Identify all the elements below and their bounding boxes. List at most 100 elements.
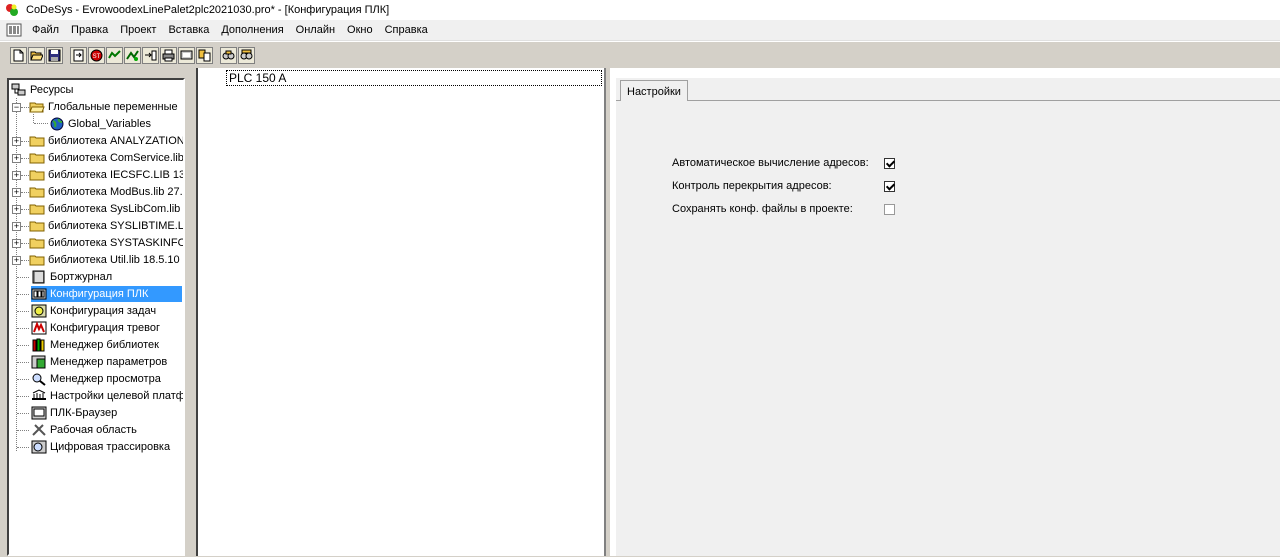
expander-lib-6[interactable]: + [12,239,21,248]
tree-item-library-manager[interactable]: Менеджер библиотек [31,337,159,353]
library-manager-icon [32,338,45,352]
library-label: библиотека ANALYZATION. [48,135,185,147]
expander-lib-4[interactable]: + [12,205,21,214]
menu-edit[interactable]: Правка [65,20,114,40]
find-icon[interactable] [220,47,237,64]
library-manager-label: Менеджер библиотек [50,339,159,351]
option-label: Автоматическое вычисление адресов: [672,157,869,169]
tree-item-global-variables[interactable]: Global_Variables [49,116,151,132]
tree-item-global-vars[interactable]: Глобальные переменные [29,99,178,115]
expander-global-vars[interactable]: − [12,103,21,112]
tree-item-library[interactable]: библиотека ANALYZATION. [29,133,185,149]
tree-item-logbook[interactable]: Бортжурнал [31,269,112,285]
tree-item-library[interactable]: библиотека SysLibCom.lib 20 [29,201,185,217]
save-config-files-checkbox[interactable] [884,203,895,215]
title-bar: CoDeSys - EvrowoodexLinePalet2plc2021030… [0,0,1280,20]
expander-lib-3[interactable]: + [12,188,21,197]
folder-icon [29,204,45,215]
tree-item-watch-manager[interactable]: Менеджер просмотра [31,371,161,387]
run-icon[interactable] [106,47,123,64]
expander-lib-2[interactable]: + [12,171,21,180]
task-config-icon [31,304,47,318]
toolbar: ST [0,41,1280,69]
parameter-manager-icon [31,355,46,369]
expander-lib-0[interactable]: + [12,137,21,146]
trace-icon [31,440,47,454]
new-icon[interactable] [10,47,27,64]
target-settings-label: Настройки целевой платфо [50,390,185,402]
workspace-label: Рабочая область [50,424,137,436]
globe-icon [50,117,64,131]
menu-window[interactable]: Окно [341,20,379,40]
watch-manager-label: Менеджер просмотра [50,373,161,385]
library-label: библиотека IECSFC.LIB 13.4 [48,169,185,181]
tools-icon [32,424,46,436]
tab-panel: Автоматическое вычисление адресов: Контр… [616,78,1280,556]
tree-item-trace[interactable]: Цифровая трассировка [31,439,170,455]
tree-item-library[interactable]: библиотека ComService.lib 2 [29,150,185,166]
plc-config-icon [31,288,47,300]
tree-item-target-settings[interactable]: Настройки целевой платфо [31,388,185,404]
tab-settings[interactable]: Настройки [620,80,688,101]
tree-item-plc-browser[interactable]: ПЛК-Браузер [31,405,117,421]
menu-project[interactable]: Проект [114,20,162,40]
tree-item-library[interactable]: библиотека SYSLIBTIME.LIE [29,218,185,234]
library-label: библиотека Util.lib 18.5.10 1( [48,254,185,266]
menu-insert[interactable]: Вставка [162,20,215,40]
resource-tree[interactable]: Ресурсы − Глобальные переменные Global_V… [7,78,185,556]
tree-item-plc-config[interactable]: Конфигурация ПЛК [31,286,182,302]
library-label: библиотека SYSTASKINFO.I [48,237,185,249]
library-label: библиотека ComService.lib 2 [48,152,185,164]
parameter-manager-label: Менеджер параметров [50,356,168,368]
folder-icon [29,221,45,232]
login-icon[interactable] [70,47,87,64]
expander-lib-7[interactable]: + [12,256,21,265]
library-label: библиотека SysLibCom.lib 20 [48,203,185,215]
breakpoint-icon[interactable] [142,47,159,64]
target-settings-icon [32,389,46,400]
stop-icon[interactable]: ST [88,47,105,64]
svg-text:ST: ST [93,54,101,60]
menu-file[interactable]: Файл [26,20,65,40]
plc-node[interactable]: PLC 150 A [226,70,602,86]
option-label: Сохранять конф. файлы в проекте: [672,203,853,215]
compare-icon[interactable] [178,47,195,64]
expander-lib-5[interactable]: + [12,222,21,231]
overlap-check-checkbox[interactable] [884,180,895,192]
tree-item-library[interactable]: библиотека ModBus.lib 27.5. [29,184,185,200]
open-folder-icon [29,102,45,113]
alarm-config-label: Конфигурация тревог [50,322,160,334]
tree-item-alarm-config[interactable]: Конфигурация тревог [31,320,160,336]
folder-icon [29,170,45,181]
plc-config-label: Конфигурация ПЛК [50,288,149,300]
tree-item-library[interactable]: библиотека IECSFC.LIB 13.4 [29,167,185,183]
tree-item-library[interactable]: библиотека SYSTASKINFO.I [29,235,185,251]
open-icon[interactable] [28,47,45,64]
settings-pane: Автоматическое вычисление адресов: Контр… [610,68,1280,556]
menu-online[interactable]: Онлайн [290,20,341,40]
library-label: библиотека SYSLIBTIME.LIE [48,220,185,232]
global-vars-label: Глобальные переменные [48,101,178,113]
library-label: библиотека ModBus.lib 27.5. [48,186,185,198]
alarm-config-icon [31,321,47,335]
menu-extras[interactable]: Дополнения [215,20,289,40]
option-save-config-files: Сохранять конф. файлы в проекте: [672,201,895,217]
tree-item-workspace[interactable]: Рабочая область [31,422,137,438]
mdi-system-icon[interactable] [6,23,22,37]
transfer-icon[interactable] [196,47,213,64]
tree-item-parameter-manager[interactable]: Менеджер параметров [31,354,167,370]
expander-lib-1[interactable]: + [12,154,21,163]
replace-icon[interactable] [238,47,255,64]
plc-config-tree[interactable]: PLC 150 A [196,68,606,556]
tree-root[interactable]: Ресурсы [11,82,73,98]
auto-address-checkbox[interactable] [884,157,895,169]
tree-item-library[interactable]: библиотека Util.lib 18.5.10 1( [29,252,185,268]
step-icon[interactable] [124,47,141,64]
settings-tab-body: Автоматическое вычисление адресов: Контр… [616,100,1280,557]
menu-help[interactable]: Справка [379,20,434,40]
tree-item-task-config[interactable]: Конфигурация задач [31,303,156,319]
print-icon[interactable] [160,47,177,64]
option-label: Контроль перекрытия адресов: [672,180,832,192]
codesys-app-icon [4,2,20,18]
save-icon[interactable] [46,47,63,64]
